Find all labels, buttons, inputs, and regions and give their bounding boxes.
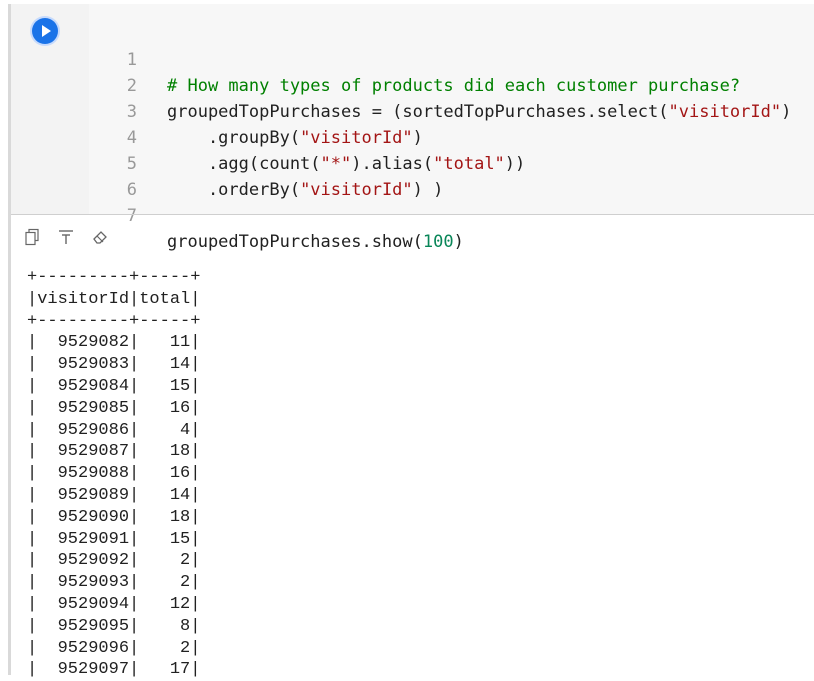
code-string: "visitorId"	[668, 102, 782, 122]
table-header: |visitorId|total|	[27, 289, 201, 309]
clear-formatting-icon[interactable]	[56, 227, 76, 247]
code-editor[interactable]: 1 # How many types of products did each …	[89, 4, 814, 252]
table-row: | 9529089| 14|	[27, 485, 201, 505]
table-row: | 9529086| 4|	[27, 420, 201, 440]
code-string: "visitorId"	[300, 128, 413, 148]
copy-icon[interactable]	[24, 227, 44, 247]
code-line-1: 1 # How many types of products did each …	[89, 21, 740, 96]
code-line-3: 3 .groupBy("visitorId")	[89, 73, 423, 148]
code-text: )	[412, 128, 423, 148]
table-border: +---------+-----+	[27, 311, 201, 331]
code-text: groupedTopPurchases.show(	[167, 232, 423, 252]
code-string: "*"	[320, 154, 352, 174]
table-row: | 9529083| 14|	[27, 355, 201, 375]
table-row: | 9529091| 15|	[27, 529, 201, 549]
table-row: | 9529092| 2|	[27, 551, 201, 571]
code-line-2: 2 groupedTopPurchases = (sortedTopPurcha…	[89, 47, 792, 122]
table-row: | 9529087| 18|	[27, 442, 201, 462]
table-border: +---------+-----+	[27, 268, 201, 287]
code-text: ).alias(	[351, 154, 434, 174]
code-string: "visitorId"	[300, 180, 413, 200]
code-string: "total"	[433, 154, 505, 174]
table-row: | 9529085| 16|	[27, 398, 201, 418]
code-comment: # How many types of products did each cu…	[167, 76, 741, 96]
notebook-cell: 1 # How many types of products did each …	[8, 4, 814, 679]
output-divider	[11, 214, 814, 215]
table-row: | 9529093| 2|	[27, 573, 201, 593]
line-number: 7	[126, 206, 137, 226]
table-row: | 9529088| 16|	[27, 464, 201, 484]
code-text: )	[453, 232, 464, 252]
table-row: | 9529084| 15|	[27, 376, 201, 396]
code-line-5: 5 .orderBy("visitorId") )	[89, 125, 444, 200]
code-text: ) )	[412, 180, 444, 200]
eraser-icon[interactable]	[90, 227, 110, 247]
code-text: .groupBy(	[167, 128, 301, 148]
table-row: | 9529090| 18|	[27, 507, 201, 527]
code-line-7: 7 groupedTopPurchases.show(100)	[89, 177, 464, 252]
table-row: | 9529097| 17|	[27, 660, 201, 680]
play-icon	[42, 25, 51, 37]
table-row: | 9529094| 12|	[27, 594, 201, 614]
code-text: .agg(count(	[167, 154, 321, 174]
code-text: .orderBy(	[167, 180, 301, 200]
output-table: +---------+-----+ |visitorId|total| +-----…	[27, 267, 200, 681]
table-row: | 9529096| 2|	[27, 638, 201, 658]
table-row: | 9529082| 11|	[27, 333, 201, 353]
table-row: | 9529095| 8|	[27, 616, 201, 636]
code-line-4: 4 .agg(count("*").alias("total"))	[89, 99, 526, 174]
run-cell-button[interactable]	[32, 18, 58, 44]
code-text: )	[781, 102, 792, 122]
code-text: ))	[504, 154, 526, 174]
code-text: groupedTopPurchases = (sortedTopPurchase…	[167, 102, 669, 122]
code-number: 100	[422, 232, 454, 252]
cell-gutter	[11, 4, 89, 214]
code-line-6: 6	[89, 151, 150, 200]
